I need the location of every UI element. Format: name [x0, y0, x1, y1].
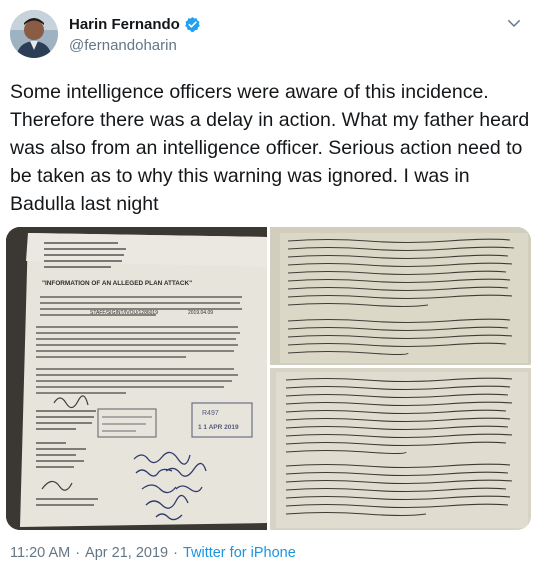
photo-handwritten-page-1[interactable] [270, 227, 531, 365]
tweet-date[interactable]: Apr 21, 2019 [85, 545, 168, 561]
meta-separator: · [173, 545, 178, 561]
tweet-time[interactable]: 11:20 AM [10, 545, 70, 561]
media-grid: "INFORMATION OF AN ALLEGED PLAN ATTACK" [0, 227, 537, 530]
letter-ref: STAFF/SIGINT/IVOU/1286019 [90, 310, 158, 316]
photo-handwritten-page-2[interactable] [270, 368, 531, 530]
tweet-meta: 11:20 AM · Apr 21, 2019 · Twitter for iP… [10, 545, 296, 561]
tweet-card: Harin Fernando @fernandoharin Some intel… [0, 0, 537, 573]
stamp-number: R497 [202, 410, 219, 417]
stamp-date: 1 1 APR 2019 [198, 424, 239, 431]
tweet-text: Some intelligence officers were aware of… [10, 81, 530, 215]
display-name[interactable]: Harin Fernando [69, 16, 180, 33]
meta-separator: · [75, 545, 81, 561]
handle[interactable]: @fernandoharin [69, 37, 177, 54]
tweet-client-link[interactable]: Twitter for iPhone [183, 545, 296, 561]
avatar[interactable] [10, 10, 58, 58]
verified-badge-icon [185, 17, 200, 32]
photo-letter[interactable]: "INFORMATION OF AN ALLEGED PLAN ATTACK" [6, 227, 267, 530]
letter-heading: "INFORMATION OF AN ALLEGED PLAN ATTACK" [42, 280, 192, 287]
letter-date: 2019.04.09 [188, 310, 213, 316]
chevron-down-icon[interactable] [505, 14, 523, 32]
